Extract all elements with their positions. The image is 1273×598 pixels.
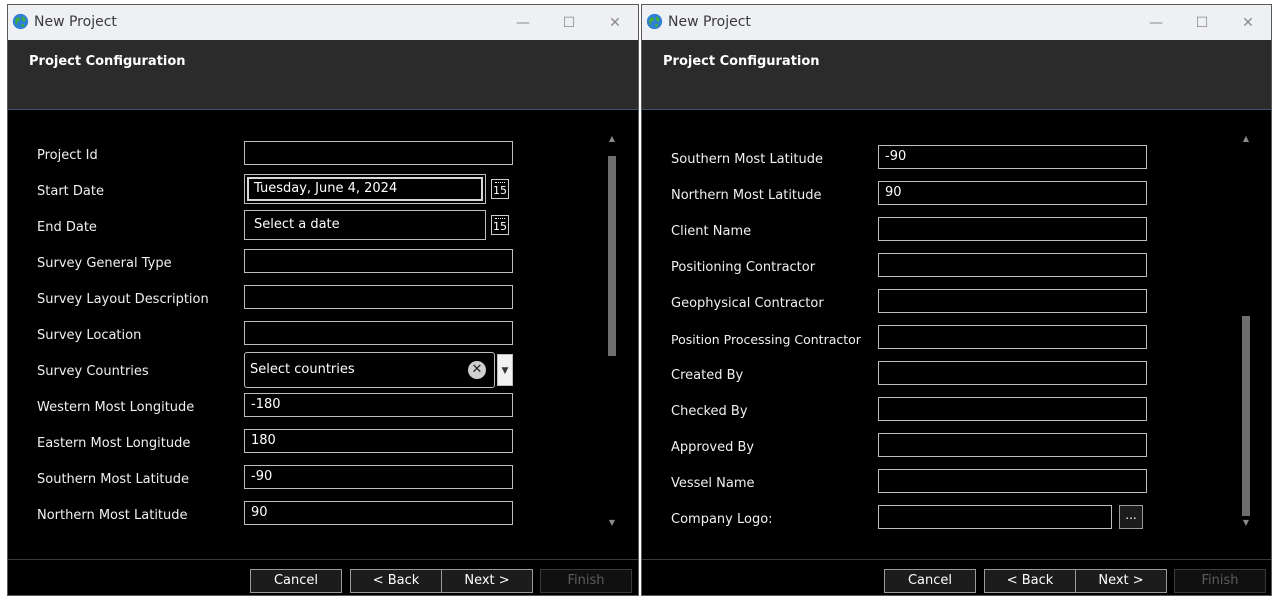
survey-countries-label: Survey Countries	[37, 364, 149, 379]
survey-countries-combobox[interactable]: Select countries ✕	[244, 352, 495, 388]
wizard-footer: Cancel < Back Next > Finish	[8, 559, 638, 595]
page-title: Project Configuration	[663, 54, 820, 69]
close-button[interactable]: ✕	[1225, 5, 1271, 40]
close-button[interactable]: ✕	[592, 5, 638, 40]
checked-by-label: Checked By	[671, 404, 748, 419]
wizard-header: Project Configuration	[642, 40, 1271, 110]
vertical-scrollbar[interactable]: ▲ ▼	[1240, 134, 1252, 534]
cancel-button[interactable]: Cancel	[250, 569, 342, 593]
globe-icon	[646, 13, 663, 30]
client-name-label: Client Name	[671, 224, 752, 239]
northern-most-latitude-input[interactable]: 90	[244, 501, 513, 525]
vessel-name-label: Vessel Name	[671, 476, 755, 491]
new-project-window-right: New Project — ☐ ✕ Project Configuration …	[641, 4, 1272, 596]
calendar-icon[interactable]: 15	[491, 179, 509, 199]
calendar-icon[interactable]: 15	[491, 215, 509, 235]
position-processing-contractor-input[interactable]	[878, 325, 1147, 349]
title-bar: New Project — ☐ ✕	[8, 5, 638, 40]
globe-icon	[12, 13, 29, 30]
created-by-input[interactable]	[878, 361, 1147, 385]
northern-most-latitude-label: Northern Most Latitude	[671, 188, 822, 203]
approved-by-input[interactable]	[878, 433, 1147, 457]
close-icon: ✕	[609, 14, 621, 31]
clear-selection-icon[interactable]: ✕	[468, 361, 486, 379]
project-id-input[interactable]	[244, 141, 513, 165]
start-date-input[interactable]: Tuesday, June 4, 2024	[247, 177, 483, 201]
form-area: Southern Most Latitude -90 Northern Most…	[642, 110, 1271, 558]
page-title: Project Configuration	[29, 54, 186, 69]
approved-by-label: Approved By	[671, 440, 755, 455]
created-by-label: Created By	[671, 368, 744, 383]
southern-most-latitude-input[interactable]: -90	[244, 465, 513, 489]
vertical-scrollbar[interactable]: ▲ ▼	[606, 134, 618, 534]
survey-location-label: Survey Location	[37, 328, 142, 343]
window-title: New Project	[34, 14, 117, 30]
close-icon: ✕	[1242, 14, 1254, 31]
back-button[interactable]: < Back	[350, 569, 442, 593]
back-button[interactable]: < Back	[984, 569, 1076, 593]
end-date-picker[interactable]: Select a date	[244, 210, 486, 240]
scrollbar-thumb[interactable]	[608, 156, 616, 356]
western-most-longitude-input[interactable]: -180	[244, 393, 513, 417]
new-project-window-left: New Project — ☐ ✕ Project Configuration …	[7, 4, 639, 596]
scroll-up-icon[interactable]: ▲	[606, 134, 618, 143]
window-title: New Project	[668, 14, 751, 30]
maximize-button[interactable]: ☐	[546, 5, 592, 40]
scrollbar-thumb[interactable]	[1242, 316, 1250, 516]
client-name-input[interactable]	[878, 217, 1147, 241]
start-date-picker[interactable]: Tuesday, June 4, 2024	[244, 174, 486, 204]
maximize-icon: ☐	[562, 14, 576, 31]
company-logo-label: Company Logo:	[671, 512, 773, 527]
wizard-header: Project Configuration	[8, 40, 638, 110]
project-id-label: Project Id	[37, 148, 98, 163]
company-logo-input[interactable]	[878, 505, 1112, 529]
southern-most-latitude-label: Southern Most Latitude	[671, 152, 823, 167]
western-most-longitude-label: Western Most Longitude	[37, 400, 195, 415]
next-button[interactable]: Next >	[441, 569, 533, 593]
northern-most-latitude-label: Northern Most Latitude	[37, 508, 188, 523]
survey-countries-placeholder: Select countries	[250, 362, 355, 377]
minimize-button[interactable]: —	[500, 5, 546, 40]
survey-location-input[interactable]	[244, 321, 513, 345]
form-area: Project Id Start Date Tuesday, June 4, 2…	[8, 110, 638, 558]
checked-by-input[interactable]	[878, 397, 1147, 421]
position-processing-contractor-label: Position Processing Contractor	[671, 332, 861, 347]
minimize-button[interactable]: —	[1133, 5, 1179, 40]
maximize-icon: ☐	[1195, 14, 1209, 31]
eastern-most-longitude-label: Eastern Most Longitude	[37, 436, 191, 451]
southern-most-latitude-label: Southern Most Latitude	[37, 472, 189, 487]
scroll-down-icon[interactable]: ▼	[1240, 518, 1252, 527]
positioning-contractor-input[interactable]	[878, 253, 1147, 277]
vessel-name-input[interactable]	[878, 469, 1147, 493]
minimize-icon: —	[516, 14, 530, 31]
positioning-contractor-label: Positioning Contractor	[671, 260, 816, 275]
chevron-down-icon[interactable]: ▼	[497, 354, 513, 386]
next-button[interactable]: Next >	[1075, 569, 1167, 593]
eastern-most-longitude-input[interactable]: 180	[244, 429, 513, 453]
end-date-label: End Date	[37, 220, 97, 235]
northern-most-latitude-input[interactable]: 90	[878, 181, 1147, 205]
title-bar: New Project — ☐ ✕	[642, 5, 1271, 40]
survey-general-type-input[interactable]	[244, 249, 513, 273]
southern-most-latitude-input[interactable]: -90	[878, 145, 1147, 169]
survey-general-type-label: Survey General Type	[37, 256, 172, 271]
maximize-button[interactable]: ☐	[1179, 5, 1225, 40]
start-date-label: Start Date	[37, 184, 104, 199]
end-date-placeholder: Select a date	[254, 217, 340, 232]
finish-button[interactable]: Finish	[540, 569, 632, 593]
cancel-button[interactable]: Cancel	[884, 569, 976, 593]
survey-layout-description-label: Survey Layout Description	[37, 292, 209, 307]
browse-button[interactable]: ...	[1119, 505, 1143, 529]
wizard-footer: Cancel < Back Next > Finish	[642, 559, 1271, 595]
scroll-up-icon[interactable]: ▲	[1240, 134, 1252, 143]
geophysical-contractor-input[interactable]	[878, 289, 1147, 313]
survey-layout-description-input[interactable]	[244, 285, 513, 309]
scroll-down-icon[interactable]: ▼	[606, 518, 618, 527]
geophysical-contractor-label: Geophysical Contractor	[671, 296, 824, 311]
minimize-icon: —	[1149, 14, 1163, 31]
finish-button[interactable]: Finish	[1174, 569, 1266, 593]
